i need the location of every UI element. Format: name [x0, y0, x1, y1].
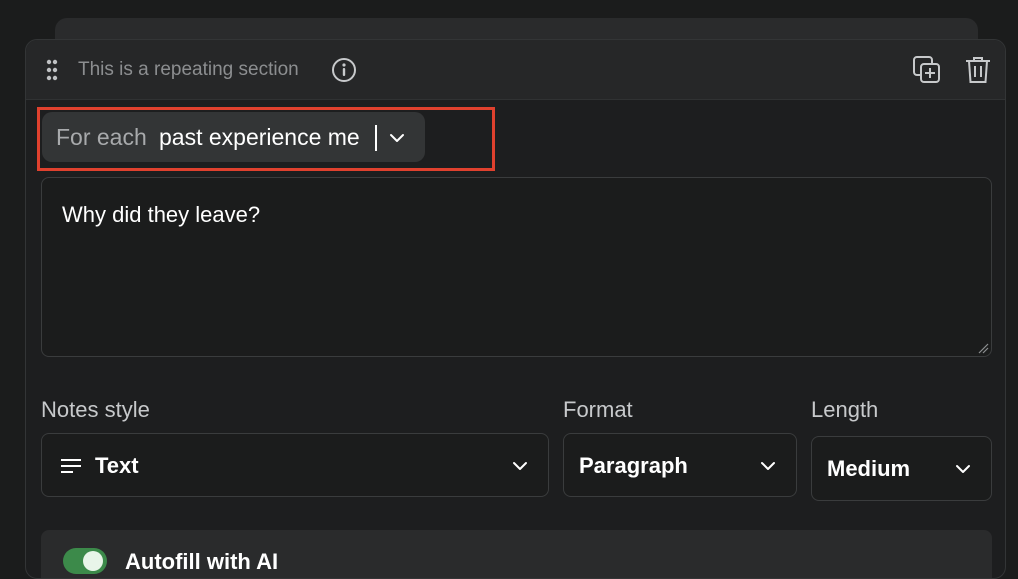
- chevron-down-icon: [761, 462, 775, 470]
- text-caret: [375, 125, 377, 151]
- autofill-row: Autofill with AI: [41, 530, 992, 578]
- length-select[interactable]: Medium: [811, 436, 992, 501]
- toggle-knob: [83, 551, 103, 571]
- foreach-selector[interactable]: For each past experience me: [42, 112, 425, 162]
- length-value: Medium: [827, 456, 911, 481]
- format-label: Format: [563, 397, 633, 422]
- info-icon[interactable]: [331, 57, 357, 83]
- resize-handle-icon[interactable]: [977, 342, 989, 354]
- format-value: Paragraph: [579, 453, 688, 478]
- foreach-prefix: For each: [56, 124, 147, 150]
- delete-section-button[interactable]: [964, 55, 992, 85]
- section-header: This is a repeating section: [26, 40, 1005, 100]
- question-text: Why did they leave?: [62, 202, 261, 227]
- chevron-down-icon[interactable]: [387, 128, 407, 148]
- question-textarea[interactable]: Why did they leave?: [41, 177, 992, 357]
- notes-style-select[interactable]: Text: [41, 433, 549, 497]
- notes-style-label: Notes style: [41, 397, 150, 422]
- drag-handle-icon[interactable]: [46, 59, 58, 81]
- autofill-toggle[interactable]: [63, 548, 107, 574]
- repeating-section-card: This is a repeating section For each pas…: [25, 39, 1006, 579]
- chevron-down-icon: [513, 462, 527, 470]
- length-label: Length: [811, 397, 879, 422]
- text-lines-icon: [61, 459, 81, 473]
- duplicate-section-button[interactable]: [912, 55, 942, 85]
- section-title: This is a repeating section: [78, 59, 299, 80]
- notes-style-value: Text: [95, 453, 139, 478]
- format-select[interactable]: Paragraph: [563, 433, 797, 497]
- foreach-value-input[interactable]: past experience me: [159, 125, 360, 149]
- chevron-down-icon: [956, 465, 970, 473]
